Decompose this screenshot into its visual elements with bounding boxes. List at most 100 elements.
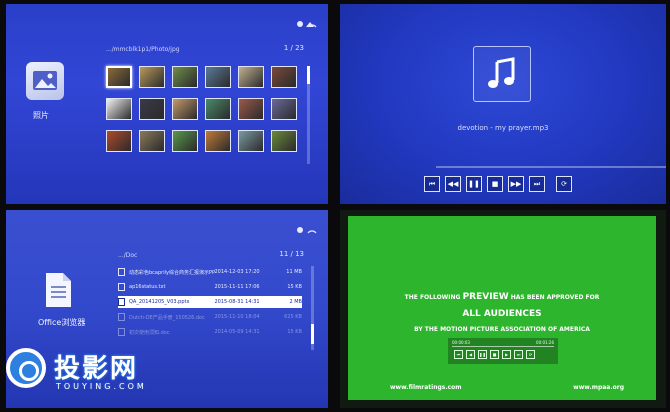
photo-thumbnail[interactable] (172, 66, 198, 88)
photo-thumbnail[interactable] (139, 66, 165, 88)
photo-thumbnail[interactable] (238, 98, 264, 120)
video-skip-forward-button[interactable]: ⏭ (514, 350, 523, 359)
file-size: 11 MB (286, 269, 302, 275)
skip-back-icon: ⏮ (428, 179, 436, 188)
progress-bar[interactable] (436, 166, 666, 168)
file-name: QA_20141205_V03.pptx (129, 299, 190, 305)
photo-thumbnail[interactable] (172, 98, 198, 120)
photo-thumbnail[interactable] (106, 130, 132, 152)
file-row[interactable]: 动态彩色bcaprily综合商务汇报演示PPT模板_.pptx2014-12-0… (118, 266, 302, 278)
photo-thumbnail[interactable] (139, 130, 165, 152)
logo-icon (6, 348, 46, 388)
current-time: 00:00:03 (452, 340, 470, 345)
video-progress-bar[interactable] (452, 346, 554, 347)
skip-forward-icon: ⏭ (516, 352, 521, 357)
photo-app-label: 照片 (33, 111, 49, 120)
video-pause-button[interactable]: ❚❚ (478, 350, 487, 359)
rating-line-3: BY THE MOTION PICTURE ASSOCIATION OF AME… (414, 326, 590, 333)
file-name: 动态彩色bcaprily综合商务汇报演示PPT模板_.pptx (129, 269, 215, 276)
pause-icon: ❚❚ (468, 180, 480, 188)
video-stop-button[interactable]: ■ (490, 350, 499, 359)
file-icon (118, 298, 125, 306)
file-name: ap16status.txt (129, 284, 166, 290)
document-icon[interactable] (44, 272, 72, 308)
rating-text-big: PREVIEW (462, 292, 509, 302)
skip-forward-icon: ⏭ (533, 179, 541, 188)
file-row[interactable]: ap16status.txt 2015-11-11 17:06 15 KB (118, 281, 302, 293)
file-date: 2015-11-11 17:06 (214, 284, 260, 290)
folder-path: .../mmcblk1p1/Photo/jpg (106, 46, 180, 53)
wifi-icon (296, 224, 318, 237)
playback-controls: ⏮ ◀◀ ❚❚ ■ ▶▶ ⏭ ⟳ (424, 176, 572, 192)
file-size: 2 MB (289, 299, 302, 305)
file-row[interactable]: 初次使用须知.doc 2014-05-09 14:31 15 KB (118, 326, 302, 338)
rating-line-2: ALL AUDIENCES (462, 309, 542, 319)
file-list: 动态彩色bcaprily综合商务汇报演示PPT模板_.pptx2014-12-0… (118, 266, 302, 341)
video-controls: ⏮ ◀ ❚❚ ■ ▶ ⏭ ⟳ (454, 350, 535, 359)
rating-line-1: THE FOLLOWING PREVIEW HAS BEEN APPROVED … (348, 292, 656, 302)
stop-icon: ■ (491, 180, 499, 188)
video-rewind-button[interactable]: ◀ (466, 350, 475, 359)
photo-thumbnail[interactable] (106, 66, 132, 88)
scrollbar-thumb[interactable] (311, 324, 314, 344)
track-title: devotion - my prayer.mp3 (457, 124, 549, 132)
page-counter: 1 / 23 (283, 44, 304, 52)
file-name: Dutch-DE产品手册_150526.doc (129, 314, 205, 321)
video-screen[interactable]: THE FOLLOWING PREVIEW HAS BEEN APPROVED … (348, 216, 656, 400)
file-icon (118, 283, 125, 291)
video-skip-back-button[interactable]: ⏮ (454, 350, 463, 359)
scrollbar[interactable] (311, 266, 314, 350)
file-date: 2015-08-31 14:31 (214, 299, 260, 305)
repeat-icon: ⟳ (561, 180, 567, 188)
photo-thumbnail[interactable] (205, 98, 231, 120)
file-size: 15 KB (287, 284, 302, 290)
file-icon (118, 268, 125, 276)
photo-thumbnail[interactable] (238, 66, 264, 88)
scrollbar[interactable] (307, 66, 310, 164)
repeat-icon: ⟳ (528, 352, 533, 357)
file-size: 625 KB (284, 314, 302, 320)
forward-icon: ▶▶ (510, 180, 522, 188)
music-art-tile (473, 46, 531, 102)
scrollbar-thumb[interactable] (307, 66, 310, 84)
watermark-subtext: TOUYING.COM (56, 382, 147, 391)
stop-button[interactable]: ■ (487, 176, 503, 192)
photo-icon (33, 71, 57, 90)
thumbnail-grid (106, 66, 306, 152)
stop-icon: ■ (492, 352, 497, 357)
photo-thumbnail[interactable] (139, 98, 165, 120)
total-time: 00:01:26 (536, 340, 554, 345)
video-repeat-button[interactable]: ⟳ (526, 350, 535, 359)
pause-icon: ❚❚ (479, 352, 486, 357)
url-right: www.mpaa.org (573, 384, 624, 391)
file-date: 2014-12-03 17:20 (214, 269, 260, 275)
video-forward-button[interactable]: ▶ (502, 350, 511, 359)
photo-thumbnail[interactable] (271, 66, 297, 88)
rewind-button[interactable]: ◀◀ (445, 176, 461, 192)
watermark-logo: 投影网 TOUYING.COM (4, 346, 154, 394)
screenshot-grid: .../mmcblk1p1/Photo/jpg 1 / 23 照片 devoti… (0, 0, 670, 412)
rating-text-post: HAS BEEN APPROVED FOR (510, 294, 600, 301)
photo-thumbnail[interactable] (205, 66, 231, 88)
watermark-text: 投影网 (54, 354, 139, 384)
file-name: 初次使用须知.doc (129, 329, 170, 336)
music-note-icon (488, 57, 515, 88)
skip-forward-button[interactable]: ⏭ (529, 176, 545, 192)
photo-thumbnail[interactable] (106, 98, 132, 120)
photo-thumbnail[interactable] (271, 130, 297, 152)
photo-app-tile[interactable] (26, 62, 64, 100)
skip-back-button[interactable]: ⏮ (424, 176, 440, 192)
photo-thumbnail[interactable] (271, 98, 297, 120)
forward-button[interactable]: ▶▶ (508, 176, 524, 192)
photo-thumbnail[interactable] (205, 130, 231, 152)
repeat-button[interactable]: ⟳ (556, 176, 572, 192)
video-control-overlay: 00:00:03 00:01:26 ⏮ ◀ ❚❚ ■ ▶ ⏭ ⟳ (448, 338, 558, 364)
pause-button[interactable]: ❚❚ (466, 176, 482, 192)
photo-thumbnail[interactable] (172, 130, 198, 152)
file-row[interactable]: QA_20141205_V03.pptx 2015-08-31 14:31 2 MB (118, 296, 302, 308)
music-player-panel: devotion - my prayer.mp3 ⏮ ◀◀ ❚❚ ■ ▶▶ ⏭ … (340, 4, 666, 204)
rating-text-pre: THE FOLLOWING (404, 294, 461, 301)
file-row[interactable]: Dutch-DE产品手册_150526.doc 2015-11-10 18:04 6… (118, 311, 302, 323)
photo-browser-panel: .../mmcblk1p1/Photo/jpg 1 / 23 照片 (6, 4, 328, 204)
photo-thumbnail[interactable] (238, 130, 264, 152)
